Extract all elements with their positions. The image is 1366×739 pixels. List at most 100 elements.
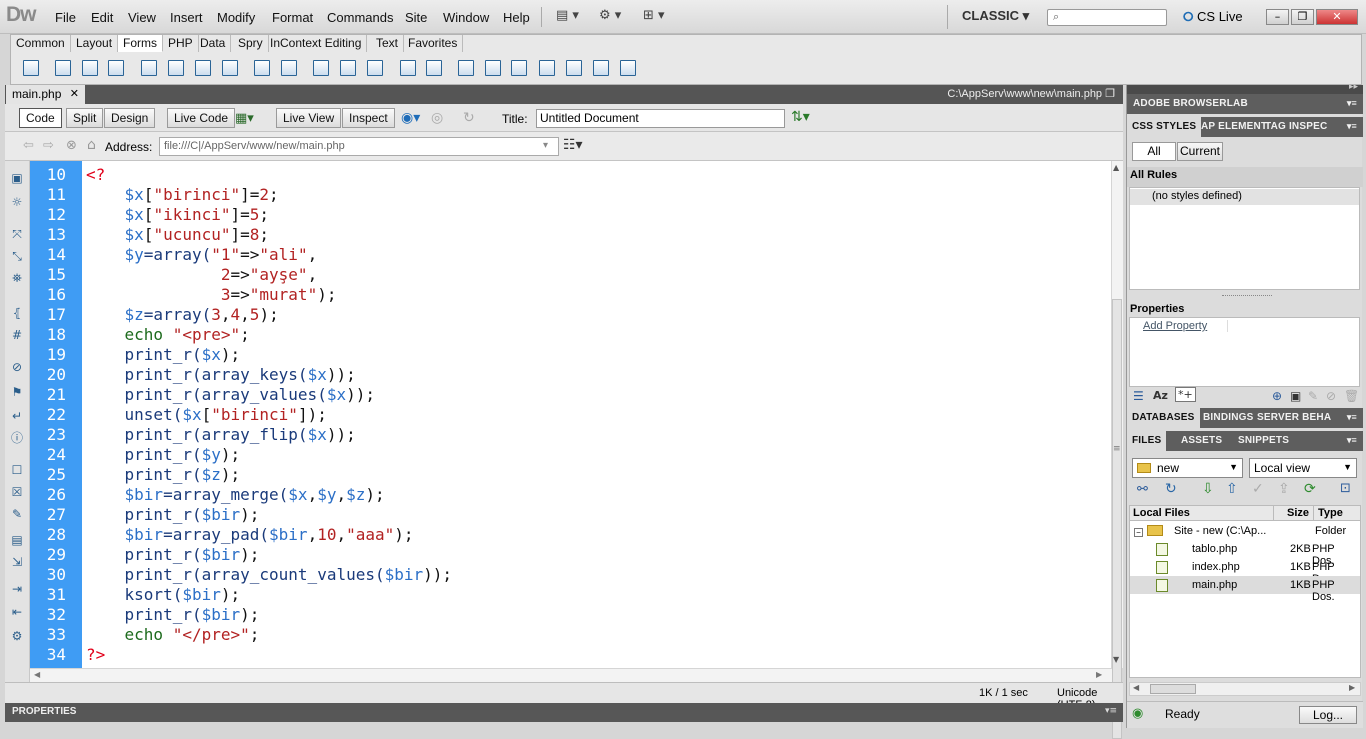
stop-icon[interactable]: ⊗ (66, 138, 77, 153)
info-bar-icon[interactable]: ⓘ (10, 431, 24, 445)
expand-panel-icon[interactable]: ⊡ (1340, 481, 1351, 496)
outdent-icon[interactable]: ⇤ (10, 605, 24, 619)
insert-tab-php[interactable]: PHP (163, 35, 199, 52)
insert-tab-forms[interactable]: Forms (118, 35, 163, 52)
select-parent-tag-icon[interactable]: ⛯ (10, 271, 24, 285)
menu-help[interactable]: Help (503, 10, 530, 25)
css-all-button[interactable]: All (1132, 142, 1176, 161)
form-icon[interactable] (23, 60, 39, 76)
collapse-selection-icon[interactable]: ⤧ (10, 227, 24, 241)
menu-format[interactable]: Format (272, 10, 313, 25)
back-arrow-icon[interactable]: ⇦ (23, 138, 34, 153)
home-icon[interactable]: ⌂ (87, 137, 96, 153)
syntax-error-icon[interactable]: ⚑ (10, 385, 24, 399)
remove-comment-icon[interactable]: ☒ (10, 485, 24, 499)
code-line[interactable]: print_r($y); (86, 445, 241, 464)
files-tree[interactable]: − Site - new (C:\Ap... Folder tablo.php 2KB P… (1129, 521, 1361, 678)
panel-menu-icon[interactable]: ▾≡ (1105, 706, 1117, 716)
code-line[interactable]: $z=array(3,4,5); (86, 305, 279, 324)
tab-files[interactable]: FILES (1127, 431, 1167, 451)
new-css-rule-icon[interactable]: ▣ (1290, 389, 1301, 403)
refresh-icon[interactable]: ↻ (463, 110, 475, 126)
insert-tab-favorites[interactable]: Favorites (403, 35, 464, 52)
file-management-icon[interactable]: ⇅▾ (791, 109, 810, 125)
code-line[interactable]: print_r($bir); (86, 605, 260, 624)
help-search-input[interactable]: ⌕ (1047, 9, 1167, 26)
scroll-right-arrow-icon[interactable]: ▶ (1096, 670, 1102, 679)
expand-all-icon[interactable]: ⤡ (10, 249, 24, 263)
properties-panel-bar[interactable]: PROPERTIES ▾≡ (5, 703, 1123, 722)
code-line[interactable]: ?> (86, 645, 105, 664)
layout-menu-icon[interactable]: ▤ ▾ (556, 8, 579, 23)
live-view-button[interactable]: Live View (276, 108, 342, 128)
jump-menu-icon[interactable] (281, 60, 297, 76)
design-view-button[interactable]: Design (104, 108, 156, 128)
radio-group-icon[interactable] (222, 60, 238, 76)
files-scroll-thumb[interactable] (1150, 684, 1196, 694)
restore-doc-icon[interactable]: ❐ (1105, 88, 1115, 100)
checkbox-icon[interactable] (141, 60, 157, 76)
properties-list[interactable]: Add Property (1129, 317, 1360, 387)
menu-commands[interactable]: Commands (327, 10, 393, 25)
inspect-button[interactable]: Inspect (342, 108, 395, 128)
split-view-button[interactable]: Split (66, 108, 104, 128)
code-line[interactable]: ksort($bir); (86, 585, 241, 604)
scroll-down-arrow-icon[interactable]: ▼ (1113, 655, 1119, 664)
set-properties-icon[interactable]: *+ (1175, 387, 1196, 402)
word-wrap-icon[interactable]: ↵ (10, 409, 24, 423)
fieldset-icon[interactable] (426, 60, 442, 76)
spry-checkbox-icon[interactable] (511, 60, 527, 76)
select-list-icon[interactable] (254, 60, 270, 76)
spry-textarea-icon[interactable] (485, 60, 501, 76)
insert-tab-common[interactable]: Common (11, 35, 71, 52)
code-line[interactable]: print_r($z); (86, 465, 241, 484)
restore-button[interactable]: ❐ (1291, 9, 1314, 25)
recent-snippets-icon[interactable]: ▤ (10, 533, 24, 547)
tab-ap-elements[interactable]: AP ELEMENT (1201, 121, 1267, 132)
code-line[interactable]: <? (86, 165, 105, 184)
text-field-icon[interactable] (55, 60, 71, 76)
document-title-input[interactable]: Untitled Document (536, 109, 785, 128)
put-files-icon[interactable]: ⇧ (1226, 481, 1238, 497)
spry-select-icon[interactable] (539, 60, 555, 76)
resize-grip[interactable] (1222, 295, 1272, 298)
edit-rule-icon[interactable]: ✎ (1308, 389, 1318, 403)
dock-collapse-strip[interactable]: ▸▸ (1127, 82, 1363, 94)
check-browser-icon[interactable]: ▦▾ (235, 111, 254, 126)
check-in-icon[interactable]: ⇪ (1278, 481, 1290, 497)
tab-tag-inspector[interactable]: TAG INSPEC (1265, 121, 1327, 132)
browserlab-panel-header[interactable]: ADOBE BROWSERLAB ▾≡ (1127, 94, 1363, 114)
live-code-button[interactable]: Live Code (167, 108, 236, 128)
browser-navigation-options-icon[interactable]: ☷▾ (563, 137, 583, 153)
code-line[interactable]: $x["birinci"]=2; (86, 185, 279, 204)
indent-icon[interactable]: ⇥ (10, 582, 24, 596)
close-tab-icon[interactable]: ✕ (70, 85, 79, 104)
file-row[interactable]: − Site - new (C:\Ap... Folder (1130, 522, 1360, 540)
label-icon[interactable] (400, 60, 416, 76)
minimize-button[interactable]: – (1266, 9, 1289, 25)
menu-window[interactable]: Window (443, 10, 489, 25)
file-row[interactable]: index.php1KBPHP Dos. (1130, 558, 1360, 585)
code-line[interactable]: print_r($bir); (86, 545, 260, 564)
vertical-scroll-thumb[interactable] (1112, 299, 1122, 739)
tab-databases[interactable]: DATABASES (1127, 408, 1200, 428)
connect-icon[interactable]: ⚯ (1137, 482, 1148, 497)
forward-arrow-icon[interactable]: ⇨ (43, 138, 54, 153)
workspace-switcher[interactable]: CLASSIC ▾ (962, 8, 1029, 24)
column-type[interactable]: Type (1318, 507, 1343, 519)
radio-button-icon[interactable] (195, 60, 211, 76)
synchronize-icon[interactable]: ⟳ (1304, 481, 1316, 497)
preview-globe-icon[interactable]: ◉▾ (401, 110, 420, 126)
move-css-icon[interactable]: ⇲ (10, 555, 24, 569)
site-select[interactable]: new ▼ (1132, 458, 1243, 478)
panel-menu-icon[interactable]: ▾≡ (1347, 435, 1357, 446)
horizontal-scrollbar[interactable]: ◀ ▶ (30, 668, 1112, 682)
tab-css-styles[interactable]: CSS STYLES (1127, 117, 1202, 137)
disable-css-icon[interactable]: ⊘ (1326, 389, 1336, 403)
menu-edit[interactable]: Edit (91, 10, 113, 25)
button-icon[interactable] (367, 60, 383, 76)
cs-live-button[interactable]: ⭘ CS Live (1183, 9, 1243, 25)
code-line[interactable]: $y=array("1"=>"ali", (86, 245, 318, 264)
spry-confirm-icon[interactable] (593, 60, 609, 76)
insert-tab-text[interactable]: Text (371, 35, 405, 52)
